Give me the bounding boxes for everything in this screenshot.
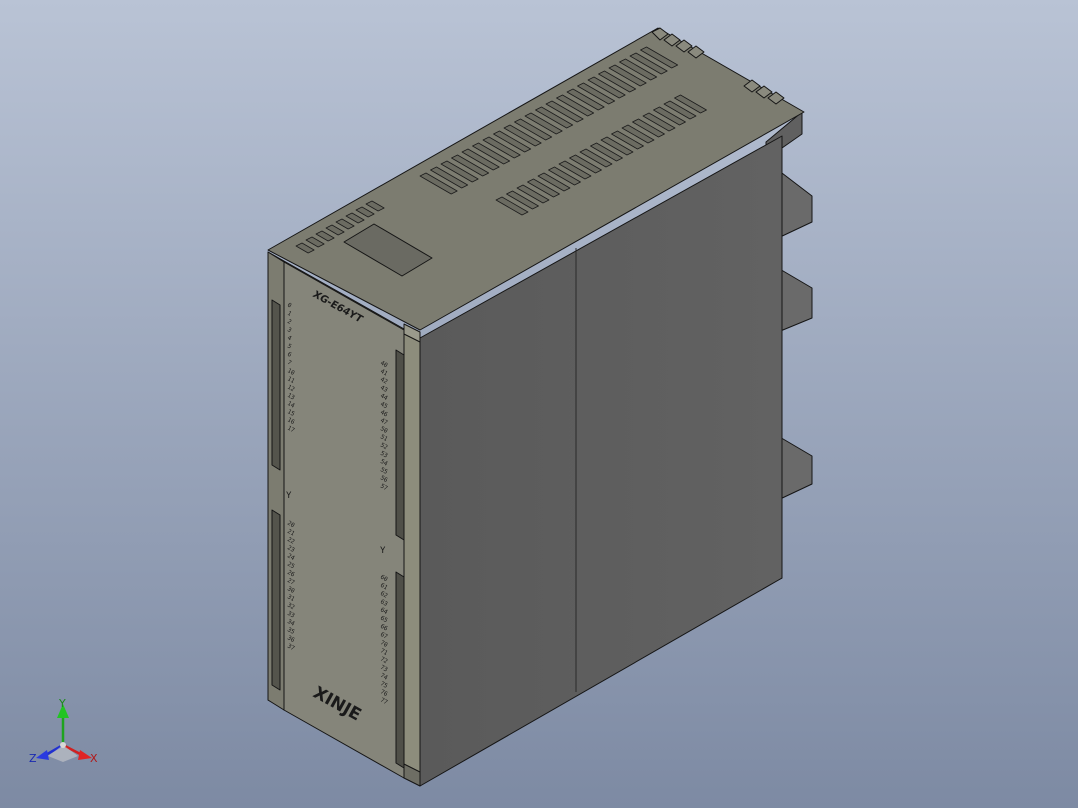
left-port-label: Y [286,491,292,501]
triad-origin [60,742,66,748]
left-connector-lower [271,509,281,691]
cad-viewport[interactable]: XG-E64YT XINJE Y Y 0 1 2 3 4 5 6 7 10 11 12 13 14 15 1… [0,0,1078,808]
x-axis-label: X [90,752,98,765]
left-connector-upper [271,299,281,471]
right-port-label: Y [380,546,386,556]
right-connector-upper [395,349,405,541]
z-axis-label: Z [29,752,37,765]
right-connector-lower [395,571,405,769]
y-axis-label: Y [58,697,66,710]
model-canvas[interactable]: XG-E64YT XINJE Y Y 012345671011121314151… [0,0,1078,808]
